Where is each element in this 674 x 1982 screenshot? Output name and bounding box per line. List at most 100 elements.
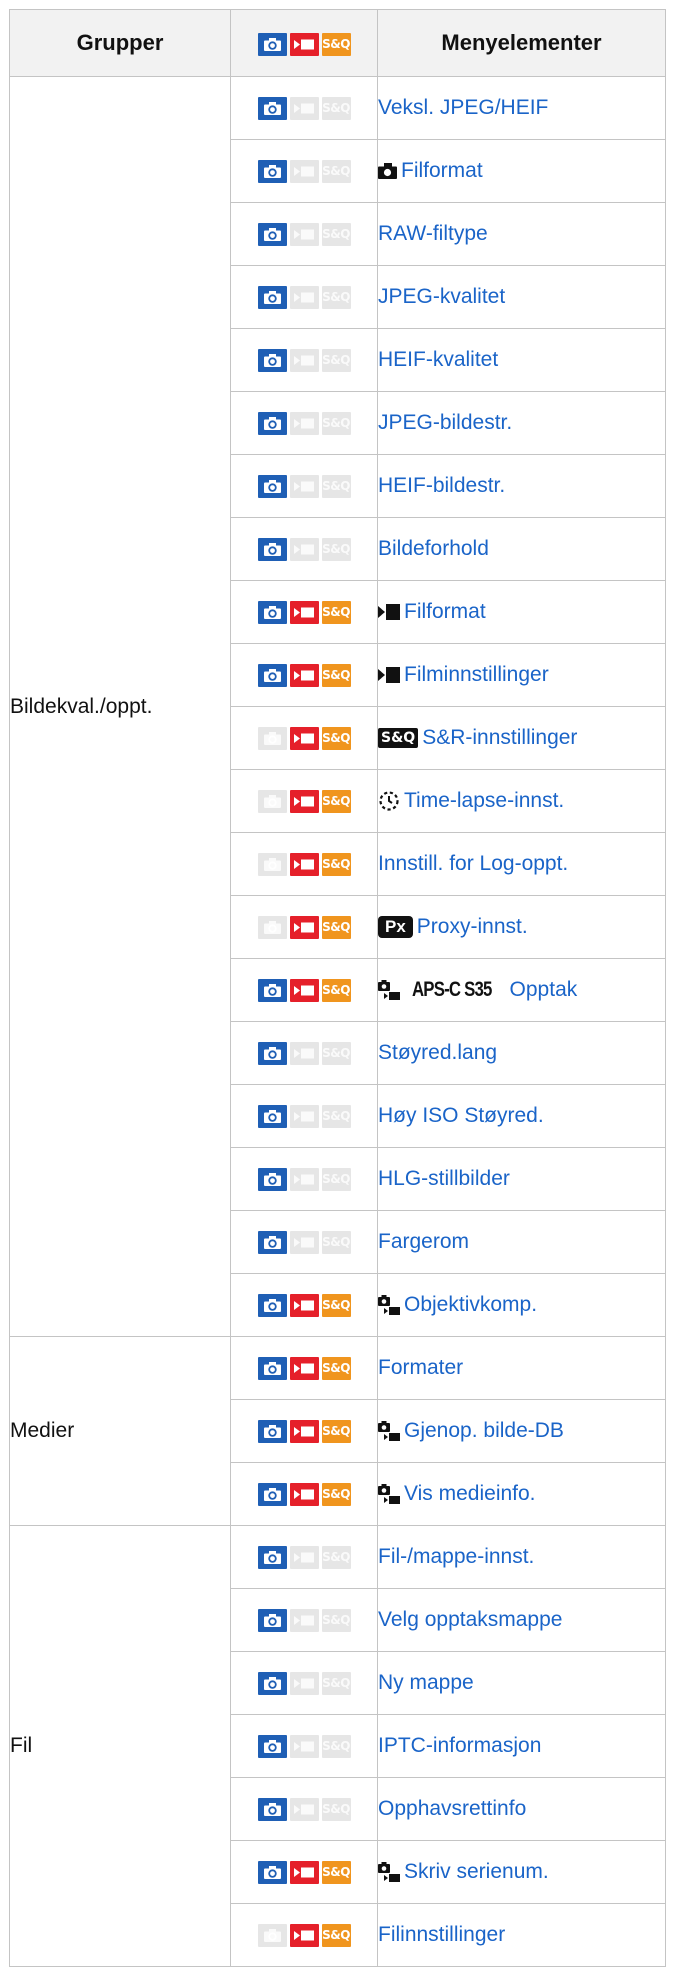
row-icon-set: S&Q bbox=[257, 726, 351, 750]
movie-mode-icon bbox=[289, 537, 319, 561]
menu-item-link[interactable]: Skriv serienum. bbox=[377, 1840, 666, 1904]
row-icon-set: S&Q bbox=[257, 978, 351, 1002]
mode-icons-cell: S&Q bbox=[230, 1021, 378, 1085]
menu-item-label[interactable]: Objektivkomp. bbox=[404, 1293, 537, 1316]
menu-item-label[interactable]: JPEG-bildestr. bbox=[378, 411, 512, 434]
menu-item-link[interactable]: Filformat bbox=[377, 580, 666, 644]
menu-item-link[interactable]: HEIF-bildestr. bbox=[377, 454, 666, 518]
menu-item-link[interactable]: Time-lapse-innst. bbox=[377, 769, 666, 833]
photo-movie-icon bbox=[378, 1295, 400, 1316]
menu-item-link[interactable]: Veksl. JPEG/HEIF bbox=[377, 76, 666, 140]
menu-item-label[interactable]: Støyred.lang bbox=[378, 1041, 497, 1064]
menu-item-label[interactable]: JPEG-kvalitet bbox=[378, 285, 505, 308]
menu-item-link[interactable]: HEIF-kvalitet bbox=[377, 328, 666, 392]
menu-item-link[interactable]: Px Proxy-innst. bbox=[377, 895, 666, 959]
menu-item-link[interactable]: IPTC-informasjon bbox=[377, 1714, 666, 1778]
movie-mode-icon bbox=[289, 1923, 319, 1947]
menu-item-label[interactable]: Filminnstillinger bbox=[404, 663, 549, 686]
mode-icons-cell: S&Q bbox=[230, 1273, 378, 1337]
menu-item-link[interactable]: Gjenop. bilde-DB bbox=[377, 1399, 666, 1463]
photo-mode-icon bbox=[257, 537, 287, 561]
mode-icons-cell: S&Q bbox=[230, 1651, 378, 1715]
menu-item-label[interactable]: HEIF-bildestr. bbox=[378, 474, 505, 497]
menu-item-link[interactable]: Bildeforhold bbox=[377, 517, 666, 581]
menu-item-label[interactable]: Formater bbox=[378, 1356, 463, 1379]
menu-item-label[interactable]: HLG-stillbilder bbox=[378, 1167, 510, 1190]
menu-item-label[interactable]: Proxy-innst. bbox=[417, 915, 528, 938]
mode-icons-cell: S&Q bbox=[230, 1903, 378, 1967]
movie-mode-icon bbox=[289, 600, 319, 624]
movie-mode-icon bbox=[289, 1104, 319, 1128]
menu-item-label[interactable]: Gjenop. bilde-DB bbox=[404, 1419, 564, 1442]
header-icon-set: S&Q bbox=[257, 32, 351, 56]
photo-mode-icon bbox=[257, 222, 287, 246]
menu-item-label[interactable]: Opptak bbox=[510, 978, 578, 1001]
menu-item-label[interactable]: S&R-innstillinger bbox=[422, 726, 577, 749]
menu-item-link[interactable]: Filformat bbox=[377, 139, 666, 203]
menu-item-link[interactable]: Filinnstillinger bbox=[377, 1903, 666, 1967]
sq-mode-icon: S&Q bbox=[321, 32, 351, 56]
group-name: Bildekval./oppt. bbox=[9, 76, 231, 1337]
menu-item-label[interactable]: Filformat bbox=[404, 600, 486, 623]
menu-item-label[interactable]: IPTC-informasjon bbox=[378, 1734, 541, 1757]
sq-mode-icon: S&Q bbox=[321, 1230, 351, 1254]
menu-item-link[interactable]: RAW-filtype bbox=[377, 202, 666, 266]
menu-item-label[interactable]: Velg opptaksmappe bbox=[378, 1608, 562, 1631]
menu-item-link[interactable]: Ny mappe bbox=[377, 1651, 666, 1715]
movie-mode-icon bbox=[289, 474, 319, 498]
menu-item-label[interactable]: Filformat bbox=[401, 159, 483, 182]
menu-item-label[interactable]: Veksl. JPEG/HEIF bbox=[378, 96, 548, 119]
menu-item-link[interactable]: Fil-/mappe-innst. bbox=[377, 1525, 666, 1589]
menu-item-label[interactable]: Time-lapse-innst. bbox=[404, 789, 564, 812]
menu-item-link[interactable]: S&Q S&R-innstillinger bbox=[377, 706, 666, 770]
mode-icons-cell: S&Q bbox=[230, 1840, 378, 1904]
row-icon-set: S&Q bbox=[257, 1923, 351, 1947]
menu-item-link[interactable]: Velg opptaksmappe bbox=[377, 1588, 666, 1652]
menu-item-link[interactable]: Opphavsrettinfo bbox=[377, 1777, 666, 1841]
menu-item-link[interactable]: Objektivkomp. bbox=[377, 1273, 666, 1337]
table-row: Bildekval./oppt. S&Q Veksl. JPEG/HEIF bbox=[9, 76, 666, 1337]
menu-item-link[interactable]: Høy ISO Støyred. bbox=[377, 1084, 666, 1148]
mode-icons-cell: S&Q bbox=[230, 580, 378, 644]
photo-mode-icon bbox=[257, 1419, 287, 1443]
mode-icons-cell: S&Q bbox=[230, 391, 378, 455]
menu-item-label[interactable]: Bildeforhold bbox=[378, 537, 489, 560]
menu-item-link[interactable]: Støyred.lang bbox=[377, 1021, 666, 1085]
movie-mode-icon bbox=[289, 1608, 319, 1632]
menu-item-label[interactable]: Innstill. for Log-oppt. bbox=[378, 852, 568, 875]
sq-mode-icon: S&Q bbox=[321, 159, 351, 183]
menu-item-label[interactable]: HEIF-kvalitet bbox=[378, 348, 498, 371]
menu-item-link[interactable]: HLG-stillbilder bbox=[377, 1147, 666, 1211]
menu-item-link[interactable]: APS-C S35 Opptak bbox=[377, 958, 666, 1022]
sq-mode-icon: S&Q bbox=[321, 1356, 351, 1380]
photo-mode-icon bbox=[257, 600, 287, 624]
sq-mode-icon: S&Q bbox=[321, 663, 351, 687]
menu-item-label[interactable]: Fil-/mappe-innst. bbox=[378, 1545, 534, 1568]
menu-item-label[interactable]: Ny mappe bbox=[378, 1671, 474, 1694]
mode-icons-cell: S&Q bbox=[230, 643, 378, 707]
sq-mode-icon: S&Q bbox=[321, 285, 351, 309]
menu-item-label[interactable]: Opphavsrettinfo bbox=[378, 1797, 526, 1820]
menu-item-link[interactable]: Filminnstillinger bbox=[377, 643, 666, 707]
photo-mode-icon bbox=[257, 1608, 287, 1632]
menu-item-link[interactable]: Fargerom bbox=[377, 1210, 666, 1274]
menu-item-label[interactable]: Vis medieinfo. bbox=[404, 1482, 536, 1505]
menu-item-link[interactable]: JPEG-bildestr. bbox=[377, 391, 666, 455]
menu-item-label[interactable]: RAW-filtype bbox=[378, 222, 488, 245]
menu-item-label[interactable]: Fargerom bbox=[378, 1230, 469, 1253]
photo-mode-icon bbox=[257, 1734, 287, 1758]
movie-mode-icon bbox=[289, 663, 319, 687]
sq-mode-icon: S&Q bbox=[321, 852, 351, 876]
menu-item-label[interactable]: Skriv serienum. bbox=[404, 1860, 549, 1883]
proxy-badge-label: Px bbox=[378, 916, 413, 939]
menu-item-link[interactable]: Formater bbox=[377, 1336, 666, 1400]
menu-item-label[interactable]: Filinnstillinger bbox=[378, 1923, 505, 1946]
menu-item-link[interactable]: JPEG-kvalitet bbox=[377, 265, 666, 329]
menu-item-link[interactable]: Innstill. for Log-oppt. bbox=[377, 832, 666, 896]
menu-item-label[interactable]: Høy ISO Støyred. bbox=[378, 1104, 544, 1127]
mode-icons-cell: S&Q bbox=[230, 139, 378, 203]
menu-table-body: Bildekval./oppt. S&Q Veksl. JPEG/HEIF S&Q Fi… bbox=[9, 76, 666, 1967]
movie-mode-icon bbox=[289, 1671, 319, 1695]
menu-item-link[interactable]: Vis medieinfo. bbox=[377, 1462, 666, 1526]
movie-mode-icon bbox=[289, 978, 319, 1002]
